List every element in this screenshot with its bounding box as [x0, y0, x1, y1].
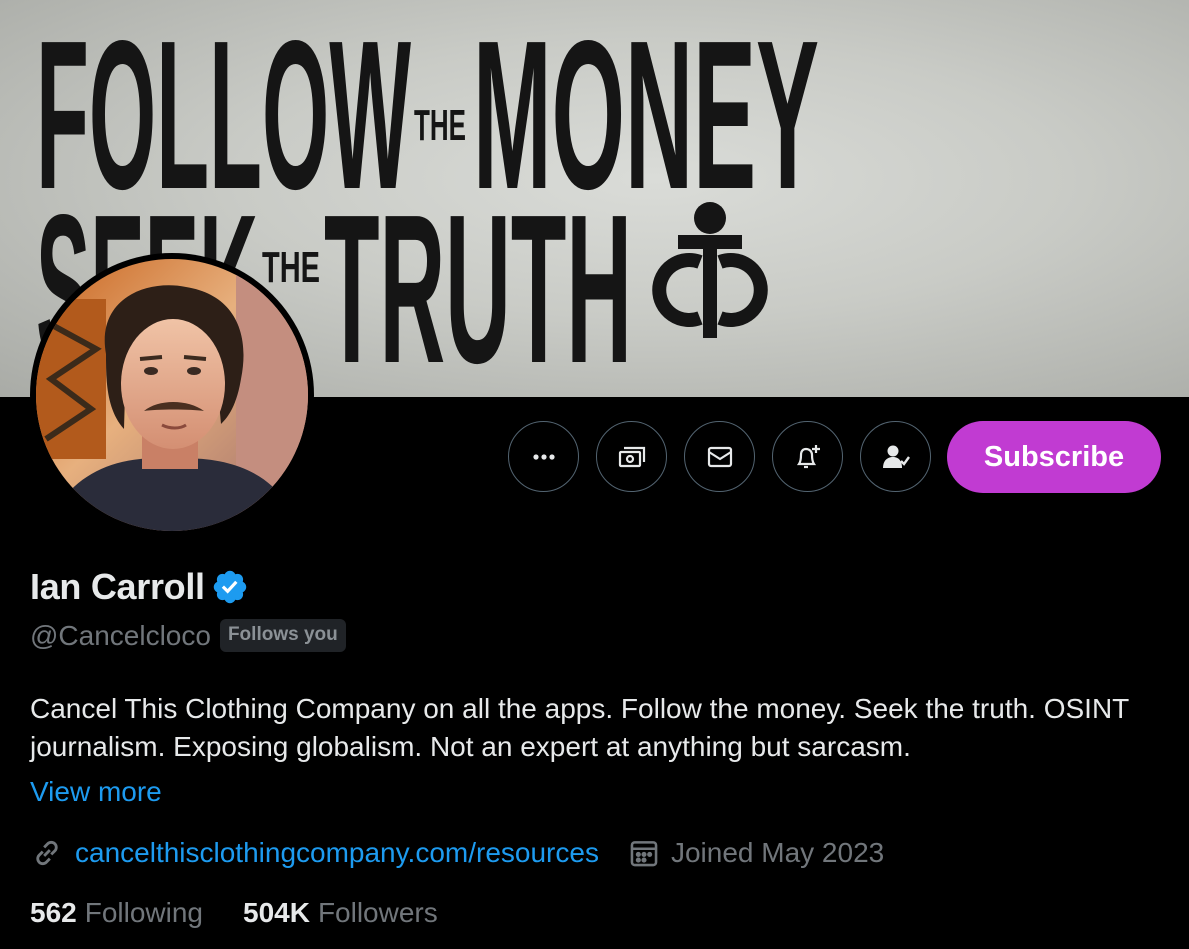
banner-text-the-2: THE — [262, 243, 320, 292]
profile-page: FOLLOW THE MONEY SEEK THE TRUTH — [0, 0, 1189, 949]
display-name: Ian Carroll — [30, 566, 205, 607]
money-icon — [618, 446, 645, 467]
bell-plus-icon — [796, 444, 820, 468]
notify-button[interactable] — [772, 421, 843, 492]
handle: @Cancelcloco — [30, 619, 211, 651]
meta-row: cancelthisclothingcompany.com/resources … — [30, 833, 884, 873]
more-button[interactable] — [508, 421, 579, 492]
following-label: Following — [84, 897, 203, 928]
banner-text-the-1: THE — [414, 101, 466, 150]
verified-badge-icon[interactable] — [211, 568, 249, 606]
bio: Cancel This Clothing Company on all the … — [30, 693, 1129, 762]
view-more-link[interactable]: View more — [30, 776, 162, 808]
name-row: Ian Carroll — [30, 566, 249, 608]
link-icon — [36, 840, 58, 866]
followers-count: 504K — [243, 897, 310, 928]
following-stat[interactable]: 562 Following — [30, 897, 203, 929]
avatar-photo — [36, 259, 308, 531]
calendar-icon — [630, 841, 658, 867]
more-icon — [532, 453, 555, 460]
joined-date: Joined May 2023 — [670, 837, 885, 868]
stats-row: 562 Following 504K Followers — [30, 897, 438, 929]
subscribe-button[interactable]: Subscribe — [947, 421, 1161, 493]
tip-button[interactable] — [596, 421, 667, 492]
following-count: 562 — [30, 897, 77, 928]
handle-row: @Cancelcloco Follows you — [30, 619, 346, 652]
envelope-icon — [707, 446, 732, 467]
following-button[interactable] — [860, 421, 931, 492]
message-button[interactable] — [684, 421, 755, 492]
website-link[interactable]: cancelthisclothingcompany.com/resources — [75, 837, 599, 869]
follows-you-badge: Follows you — [219, 619, 346, 652]
followers-label: Followers — [317, 897, 438, 928]
followers-stat[interactable]: 504K Followers — [243, 897, 438, 929]
avatar[interactable] — [30, 253, 314, 537]
person-check-icon — [882, 445, 910, 468]
banner-text-truth: TRUTH — [324, 170, 632, 397]
